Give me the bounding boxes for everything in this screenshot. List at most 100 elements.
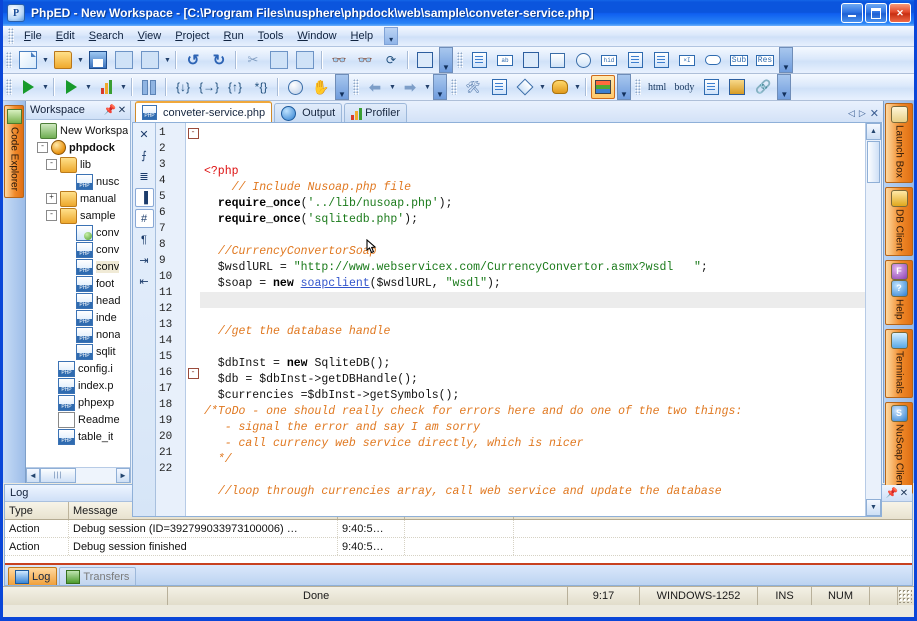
right-dock-label[interactable]: NuSoap Client — [894, 424, 905, 488]
indent-button[interactable]: ⇥ — [135, 251, 154, 270]
tree-item-inde[interactable]: inde — [28, 309, 130, 326]
tab-output[interactable]: Output — [274, 103, 343, 122]
code-line[interactable]: - signal the error and say I am sorry — [200, 420, 865, 436]
toolbar-grip[interactable] — [635, 79, 641, 95]
code-line[interactable] — [200, 500, 865, 516]
code-line[interactable]: //loop through currencies array, call we… — [200, 484, 865, 500]
insert-frame-button[interactable] — [725, 75, 749, 99]
open-file-dropdown[interactable]: ▼ — [76, 49, 85, 71]
scroll-down-button[interactable]: ▼ — [866, 499, 881, 516]
tree-toggle-icon[interactable]: + — [46, 193, 57, 204]
forward-button[interactable]: ➡ — [398, 75, 422, 99]
launch-box-icon[interactable] — [890, 106, 908, 123]
code-text-area[interactable]: <?php // Include Nusoap.php file require… — [200, 123, 865, 516]
palette-dropdown[interactable]: ▼ — [573, 76, 582, 98]
palette-button[interactable] — [548, 75, 572, 99]
toolbar-grip[interactable] — [451, 79, 457, 95]
vscroll-track[interactable] — [866, 140, 881, 499]
toolbar-grip[interactable] — [6, 79, 12, 95]
right-dock-label[interactable]: Help — [894, 299, 905, 320]
menu-grip[interactable] — [8, 28, 14, 44]
toolbar-overflow-3[interactable]: ▼ — [335, 74, 349, 100]
code-line[interactable]: //CurrencyConvertorSoap — [200, 244, 865, 260]
toggle-line-numbers-button[interactable]: # — [134, 209, 154, 228]
fold-toggle-icon[interactable]: - — [187, 367, 199, 379]
code-line[interactable]: // Include Nusoap.php file — [200, 180, 865, 196]
save-all-button[interactable] — [112, 48, 136, 72]
tab-transfers[interactable]: Transfers — [59, 567, 137, 585]
tree-item-manual[interactable]: + manual — [28, 190, 130, 207]
code-line[interactable]: */ — [200, 452, 865, 468]
insert-textarea-button[interactable] — [623, 48, 647, 72]
code-line[interactable] — [200, 468, 865, 484]
menu-edit[interactable]: Edit — [49, 28, 82, 44]
tab-profiler[interactable]: Profiler — [344, 103, 407, 122]
table-row[interactable]: Action Debug session finished 9:40:5… — [5, 538, 912, 556]
new-file-button[interactable] — [16, 48, 40, 72]
sync-button[interactable]: ≣ — [135, 167, 154, 186]
run-to-cursor-button[interactable]: *{} — [249, 75, 273, 99]
code-line[interactable]: <?php — [200, 164, 865, 180]
tab-conveter-service-php[interactable]: conveter-service.php — [135, 101, 273, 122]
tab-prev-button[interactable]: ◁ — [848, 108, 855, 119]
tree-item-conv[interactable]: conv — [28, 224, 130, 241]
tree-item-conv[interactable]: conv — [28, 258, 130, 275]
insert-listbox-button[interactable] — [649, 48, 673, 72]
vscroll-thumb[interactable] — [867, 141, 880, 183]
menu-project[interactable]: Project — [168, 28, 216, 44]
body-tag-button[interactable]: body — [670, 82, 698, 93]
tree-item-sample[interactable]: - sample — [28, 207, 130, 224]
tree-item-phpdock[interactable]: - phpdock — [28, 139, 130, 156]
tree-toggle-icon[interactable]: - — [46, 210, 57, 221]
code-line[interactable]: $db = $dbInst->getDBHandle(); — [200, 372, 865, 388]
run-button[interactable] — [16, 75, 40, 99]
close-button[interactable]: ✕ — [889, 3, 911, 23]
insert-table-field-button[interactable] — [519, 48, 543, 72]
right-dock-label[interactable]: Launch Box — [894, 125, 905, 178]
insert-checkbox-button[interactable] — [545, 48, 569, 72]
chain-link-icon[interactable]: 🔗 — [751, 75, 775, 99]
column-header-type[interactable]: Type — [5, 502, 69, 519]
tab-close-button[interactable]: ✕ — [870, 107, 879, 120]
tree-item-configi[interactable]: config.i — [28, 360, 130, 377]
code-folding-column[interactable]: -- — [186, 123, 200, 516]
tree-item-tableit[interactable]: table_it — [28, 428, 130, 445]
paste-button[interactable] — [293, 48, 317, 72]
pin-icon[interactable]: 📌 — [886, 486, 898, 500]
fold-cell[interactable]: - — [186, 365, 200, 381]
fold-cell[interactable]: - — [186, 125, 200, 141]
copy-button[interactable] — [267, 48, 291, 72]
find-next-button[interactable]: 👓 — [353, 48, 377, 72]
preview-button[interactable] — [487, 75, 511, 99]
shape-dropdown[interactable]: ▼ — [538, 76, 547, 98]
menu-view[interactable]: View — [131, 28, 169, 44]
save-as-dropdown[interactable]: ▼ — [163, 49, 172, 71]
profile-dropdown[interactable]: ▼ — [119, 76, 128, 98]
insert-image-button[interactable] — [699, 75, 723, 99]
toolbar-grip[interactable] — [6, 52, 12, 68]
toolbar-overflow-1[interactable]: ▼ — [439, 47, 453, 73]
resize-grip[interactable] — [898, 589, 912, 603]
open-file-button[interactable] — [51, 48, 75, 72]
maximize-button[interactable] — [865, 3, 887, 23]
shape-button[interactable] — [513, 75, 537, 99]
step-over-button[interactable]: {→} — [197, 75, 221, 99]
menu-help[interactable]: Help — [344, 28, 381, 44]
log-rows[interactable]: Action Debug session (ID=3927990339731000… — [5, 520, 912, 563]
tree-item-newworkspa[interactable]: New Workspa — [28, 122, 130, 139]
code-line[interactable]: - call currency web service directly, wh… — [200, 436, 865, 452]
tools-wrench-icon[interactable]: 🛠 — [461, 75, 485, 99]
minimize-button[interactable] — [841, 3, 863, 23]
scroll-up-button[interactable]: ▲ — [866, 123, 881, 140]
firefox-f-icon[interactable]: F — [890, 263, 908, 281]
outdent-button[interactable]: ⇤ — [135, 272, 154, 291]
toolbar-grip[interactable] — [353, 79, 359, 95]
goto-bookmark-button[interactable]: ⟳ — [379, 48, 403, 72]
sidebar-tab-code-explorer[interactable]: Code Explorer — [4, 105, 24, 198]
debug-dropdown[interactable]: ▼ — [84, 76, 93, 98]
new-file-dropdown[interactable]: ▼ — [41, 49, 50, 71]
insert-password-button[interactable]: ×I — [675, 48, 699, 72]
hand-button[interactable]: ✋ — [309, 75, 333, 99]
code-line[interactable]: //get the database handle — [200, 324, 865, 340]
menu-search[interactable]: Search — [82, 28, 131, 44]
